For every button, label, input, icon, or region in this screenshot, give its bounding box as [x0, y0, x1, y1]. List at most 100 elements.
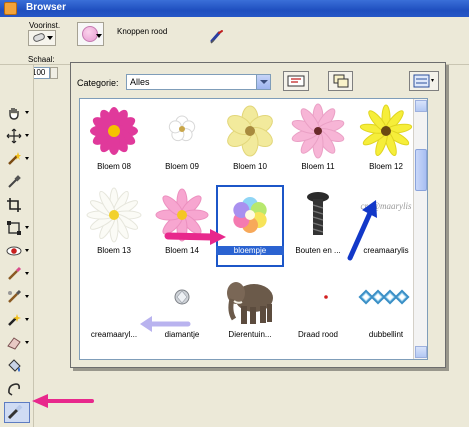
diamond-thumbnail [174, 289, 190, 305]
tool-flyout-arrow [25, 111, 29, 114]
magic-wand-tool[interactable] [4, 149, 30, 170]
yellow-flower-thumbnail [227, 105, 273, 157]
move-arrows-icon [6, 128, 22, 144]
copy-button[interactable] [328, 71, 353, 91]
scroll-up-button[interactable] [415, 100, 427, 112]
tube-item[interactable]: diamantje [148, 269, 216, 351]
magic-wand-icon [8, 152, 21, 165]
tube-item[interactable]: Dierentuin... [216, 269, 284, 351]
presets-dropdown[interactable] [28, 30, 56, 46]
rainbow-flower-thumbnail [233, 197, 267, 233]
import-icon [287, 75, 305, 87]
clone-brush-icon [8, 289, 22, 303]
copy-icon [333, 74, 349, 88]
tube-item-label: Bloem 10 [233, 162, 267, 171]
red-dot-thumbnail [324, 295, 328, 299]
add-tube-button[interactable] [283, 71, 309, 91]
picture-tube-selector[interactable] [77, 22, 104, 46]
pink-daisy-large-thumbnail [291, 103, 345, 159]
chevron-down-icon [47, 36, 53, 40]
pink-daisy-thumbnail [90, 107, 138, 155]
app-window: Voorinst. Knoppen rood Schaal: 100 Categ… [0, 17, 469, 427]
tube-item-label: creamaarylis [363, 246, 409, 255]
tube-item[interactable]: Bloem 13 [80, 185, 148, 267]
tube-item[interactable]: Bloem 12 [352, 101, 420, 183]
red-eye-icon [6, 246, 22, 256]
tube-item-label: Dierentuin... [228, 330, 272, 339]
category-select[interactable]: Alles [126, 74, 271, 90]
scroll-down-button[interactable] [415, 346, 427, 358]
tube-item-label: Bloem 11 [301, 162, 335, 171]
picture-tube-tool[interactable] [4, 402, 30, 423]
red-eye-tool[interactable] [4, 241, 30, 262]
category-value: Alles [130, 77, 150, 87]
preset-icon [32, 32, 46, 43]
dodge-tool[interactable] [4, 310, 30, 331]
dodge-icon [8, 314, 21, 326]
app-icon [4, 2, 17, 15]
pan-tool[interactable] [4, 103, 30, 124]
tube-item-label: Bloem 14 [165, 246, 199, 255]
pen-tool[interactable] [4, 379, 30, 400]
picture-tube-icon [7, 405, 23, 420]
tube-item[interactable]: creamaaryl... [80, 269, 148, 351]
category-label: Categorie: [77, 78, 119, 88]
paint-bucket-icon [8, 359, 21, 372]
crop-icon [7, 198, 21, 212]
paint-brush-tool[interactable] [4, 264, 30, 285]
tube-item-label: diamantje [164, 330, 200, 339]
tube-item-label: Bloem 13 [97, 246, 131, 255]
white-flower-thumbnail [168, 115, 196, 142]
hand-icon [9, 108, 19, 120]
tool-flyout-arrow [25, 134, 29, 137]
eraser-tool[interactable] [4, 333, 30, 354]
tube-item-selected[interactable]: bloempje [216, 185, 284, 267]
view-options-button[interactable] [409, 71, 439, 91]
tube-item[interactable]: Bloem 14 [148, 185, 216, 267]
tube-item[interactable]: Bloem 08 [80, 101, 148, 183]
tube-item-label: bloempje [216, 246, 284, 255]
tube-item[interactable]: Draad rood [284, 269, 352, 351]
pink-flower-thumbnail [155, 188, 209, 242]
view-grid-icon [413, 74, 434, 88]
tube-item-label: Bloem 09 [165, 162, 199, 171]
pen-icon [8, 383, 20, 396]
watermark-text: cre@maarylis [361, 201, 412, 211]
chevron-down-icon[interactable] [256, 75, 270, 89]
tools-toolbar: A [0, 65, 34, 427]
scale-label: Schaal: [28, 55, 55, 64]
tube-item-label: Bouten en ... [295, 246, 341, 255]
tube-item[interactable]: Bloem 11 [284, 101, 352, 183]
eyedropper-icon [8, 175, 21, 188]
crop-tool[interactable] [4, 195, 30, 216]
bolt-thumbnail [307, 192, 329, 235]
eraser-icon [7, 337, 21, 350]
tube-item[interactable]: dubbellint [352, 269, 420, 351]
tool-flyout-arrow [25, 295, 29, 298]
tube-item[interactable]: Bouten en ... [284, 185, 352, 267]
dropper-tool[interactable] [4, 172, 30, 193]
tube-item[interactable]: Bloem 09 [148, 101, 216, 183]
blank-thumbnail [86, 271, 142, 327]
brush-variance-icon[interactable] [209, 29, 225, 45]
tool-flyout-arrow [25, 157, 29, 160]
deform-tool[interactable] [4, 218, 30, 239]
tool-flyout-arrow [25, 226, 29, 229]
ribbon-chain-thumbnail [358, 289, 410, 305]
clone-brush-tool[interactable] [4, 287, 30, 308]
tool-flyout-arrow [25, 272, 29, 275]
white-daisy-thumbnail [86, 187, 142, 243]
yellow-daisy-thumbnail [359, 104, 413, 157]
tube-item-label: Bloem 12 [369, 162, 403, 171]
move-tool[interactable] [4, 126, 30, 147]
tool-flyout-arrow [25, 341, 29, 344]
tube-item[interactable]: Bloem 10 [216, 101, 284, 183]
tube-item-label: dubbellint [368, 330, 404, 339]
vertical-scrollbar[interactable] [413, 99, 427, 359]
elephant-thumbnail [227, 282, 273, 324]
flood-fill-tool[interactable] [4, 356, 30, 377]
scale-spinner[interactable] [50, 67, 58, 79]
scrollbar-thumb[interactable] [415, 149, 427, 191]
tool-flyout-arrow [25, 318, 29, 321]
tube-item[interactable]: cre@maarylis creamaarylis [352, 185, 420, 267]
